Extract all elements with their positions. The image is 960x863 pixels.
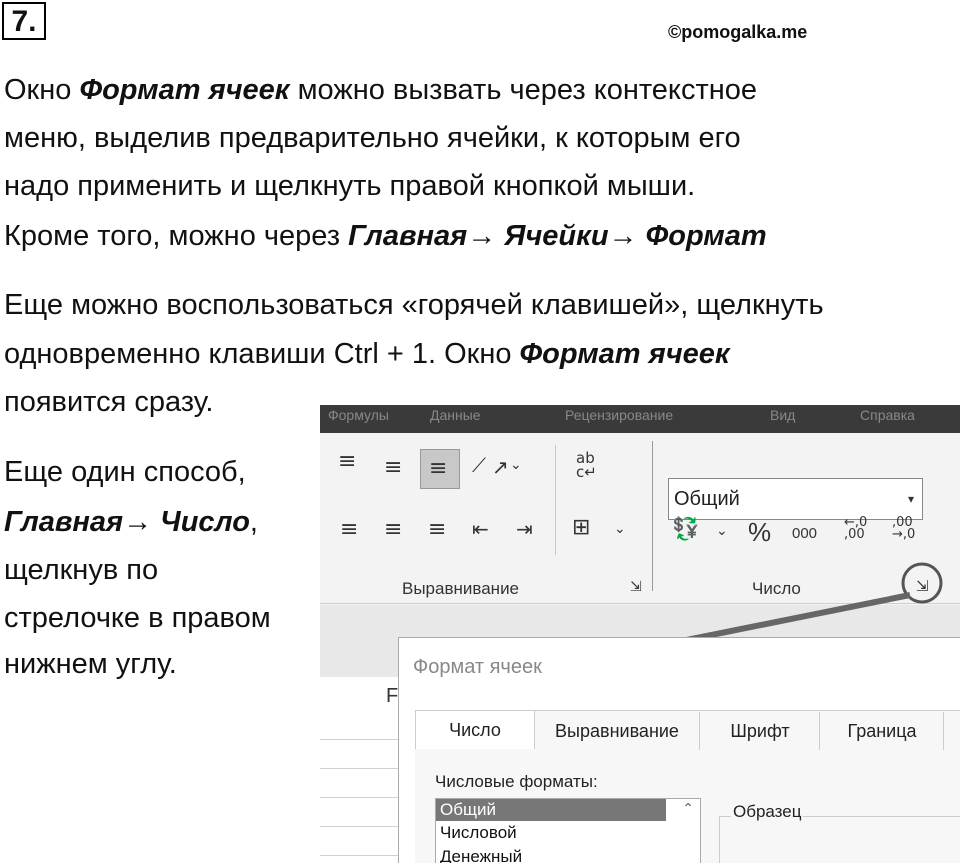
scroll-up-icon[interactable]: ⌃ [682, 801, 694, 817]
p3-line3: щелкнув по [4, 554, 159, 586]
task-number: 7. [2, 2, 46, 40]
bold-path: Главная→ Число [4, 506, 250, 538]
excel-screenshot: Формулы Данные Рецензирование Вид Справк… [320, 405, 960, 863]
text-span: одновременно клавиши Ctrl + 1. Окно [4, 338, 520, 370]
tab-alignment[interactable]: Выравнивание [535, 712, 700, 750]
tab-border[interactable]: Граница [821, 712, 944, 750]
p1-line1: Окно Формат ячеек можно вызвать через ко… [4, 66, 757, 114]
p1-line4: Кроме того, можно через Главная→ Ячейки→… [4, 212, 767, 260]
p2-line3: появится сразу. [4, 386, 214, 418]
p3-line1: Еще один способ, [4, 456, 246, 488]
dialog-title: Формат ячеек [413, 656, 542, 678]
sample-label: Образец [731, 802, 804, 822]
list-item-selected[interactable]: Общий [436, 799, 666, 821]
watermark: ©pomogalka.me [668, 22, 808, 42]
text-span: Окно [4, 74, 80, 106]
bold-path: Главная→ Ячейки→ Формат [348, 220, 767, 252]
text-span: можно вызвать через контекстное [289, 74, 757, 106]
p1-line3: надо применить и щелкнуть правой кнопкой… [4, 170, 696, 202]
text-span: Кроме того, можно через [4, 220, 349, 252]
list-item[interactable]: Денежный [436, 845, 700, 863]
p2-line1: Еще можно воспользоваться «горячей клави… [4, 289, 824, 321]
sample-frame [719, 816, 960, 863]
number-formats-list[interactable]: Общий Числовой Денежный ⌃ [435, 798, 701, 863]
tab-font[interactable]: Шрифт [701, 712, 820, 750]
p2-line2: одновременно клавиши Ctrl + 1. Окно Форм… [4, 330, 730, 378]
number-formats-label: Числовые форматы: [435, 772, 598, 791]
p3-line5: нижнем углу. [4, 648, 177, 680]
tab-number[interactable]: Число [415, 710, 535, 749]
bold-term: Формат ячеек [79, 74, 290, 106]
text-span: , [249, 506, 258, 538]
p3-line2: Главная→ Число, [4, 498, 258, 546]
format-cells-dialog: Формат ячеек Число Выравнивание Шрифт Гр… [398, 637, 960, 863]
p1-line2: меню, выделив предварительно ячейки, к к… [4, 122, 741, 154]
list-item[interactable]: Числовой [436, 821, 700, 845]
p3-line4: стрелочке в правом [4, 602, 271, 634]
bold-term: Формат ячеек [519, 338, 730, 370]
